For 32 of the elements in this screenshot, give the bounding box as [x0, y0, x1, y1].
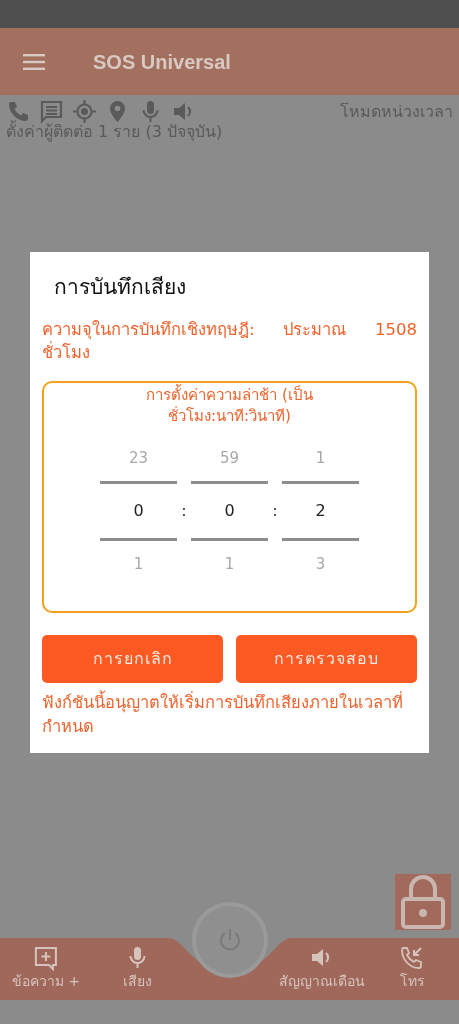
lock-button[interactable]: [395, 874, 451, 930]
cancel-button[interactable]: การยกเลิก: [42, 635, 223, 684]
capacity-note: ความจุในการบันทึกเชิงทฤษฎี: ประมาณ 1508 ชั่วโมง: [42, 318, 417, 365]
menu-icon[interactable]: [23, 53, 45, 70]
picker-option[interactable]: 1: [100, 541, 177, 588]
dialog-title: การบันทึกเสียง: [53, 274, 187, 301]
picker-option[interactable]: 3: [282, 541, 359, 588]
time-separator: :: [272, 500, 278, 523]
picker-value[interactable]: 0: [100, 481, 177, 542]
nav-label: ข้อความ +: [11, 972, 81, 991]
picker-option[interactable]: 1: [282, 435, 359, 482]
nav-label: สัญญาณเตือน: [279, 972, 365, 991]
nav-label: เสียง: [122, 972, 152, 991]
picker-option[interactable]: 1: [191, 541, 268, 588]
picker-value[interactable]: 0: [191, 481, 268, 542]
nav-tab[interactable]: โทร: [399, 945, 425, 992]
nav-tab[interactable]: เสียง: [122, 945, 152, 992]
lock-icon: [400, 875, 446, 929]
nav-tab[interactable]: ข้อความ +: [11, 945, 81, 992]
app-title: SOS Universal: [93, 49, 231, 75]
nav-label: โทร: [399, 972, 425, 991]
picker-option[interactable]: 59: [191, 435, 268, 482]
nav-tab[interactable]: สัญญาณเตือน: [279, 945, 365, 992]
incoming-call-icon: [399, 945, 425, 971]
add-message-icon: [33, 945, 59, 971]
footnote: ฟังก์ชันนี้อนุญาตให้เริ่มการบันทึกเสียงภายในเวลาที่กำหนด: [42, 691, 417, 740]
delay-label: การตั้งค่าความล่าช้า (เป็น ชั่วโมง:นาที:วินาที): [145, 385, 314, 428]
picker-value[interactable]: 2: [282, 481, 359, 542]
time-separator: :: [181, 500, 187, 523]
picker-option[interactable]: 23: [100, 435, 177, 482]
confirm-button[interactable]: การตรวจสอบ: [236, 635, 417, 684]
power-button[interactable]: [196, 906, 264, 974]
